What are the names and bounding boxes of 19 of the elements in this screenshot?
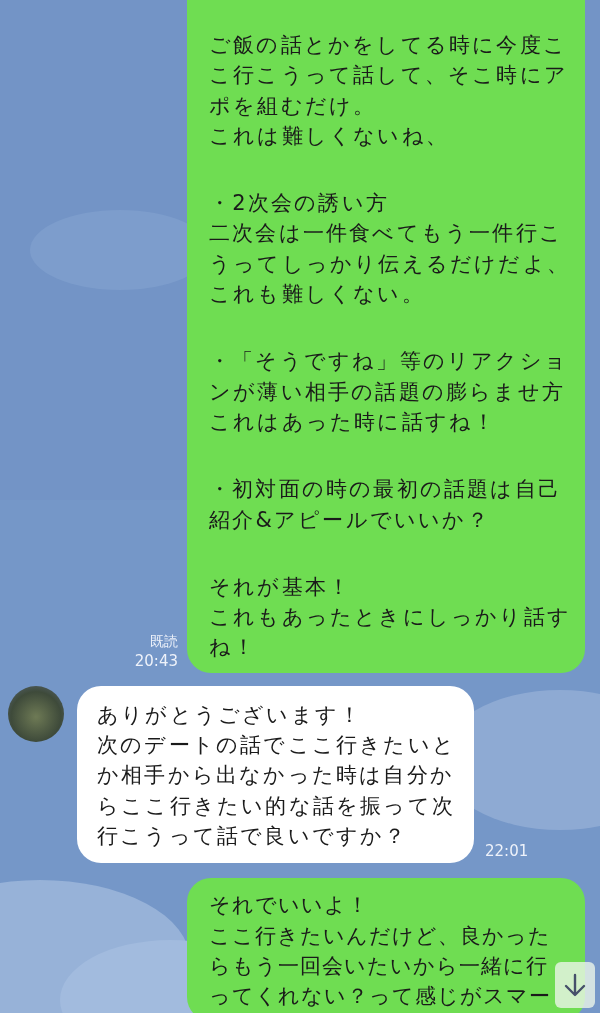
read-receipt: 既読 [150, 631, 178, 651]
scroll-down-button[interactable] [555, 962, 595, 1008]
message-text: 次のデートの話でここ行きたいとか相手から出なかった時は自分からここ行きたい的な話を振って次行こうって話で良いですか？ [97, 732, 457, 850]
message-text: ・「そうですね」等のリアクションが薄い相手の話題の膨らませ方 [209, 348, 569, 406]
arrow-down-icon [562, 972, 588, 998]
message-text: ・2次会の誘い方 [209, 190, 390, 218]
message-text: ここ行きたいんだけど、良かったらもう一回会いたいから一緒に行ってくれない？って感じがスマー [209, 922, 552, 1011]
message-text: ありがとうございます！ [97, 701, 364, 729]
message-text: それでいいよ！ [209, 892, 370, 920]
message-time: 22:01 [485, 841, 529, 862]
message-text: これもあったときにしっかり話すね！ [209, 604, 571, 662]
message-text: これも難しくない。 [209, 281, 426, 309]
message-text: 二次会は一件食べてもう一件行こうってしっかり伝えるだけだよ、 [209, 220, 571, 278]
message-time: 20:43 [134, 650, 178, 671]
message-text: これは難しくないね、 [209, 122, 450, 150]
message-text: それが基本！ [209, 573, 353, 601]
message-text: これはあった時に話すね！ [209, 408, 498, 436]
message-text: ・初対面の時の最初の話題は自己紹介&アピールでいいか？ [209, 476, 562, 534]
message-text: ご飯の話とかをしてる時に今度ここ行こうって話して、そこ時にアポを組むだけ。 [209, 32, 569, 120]
